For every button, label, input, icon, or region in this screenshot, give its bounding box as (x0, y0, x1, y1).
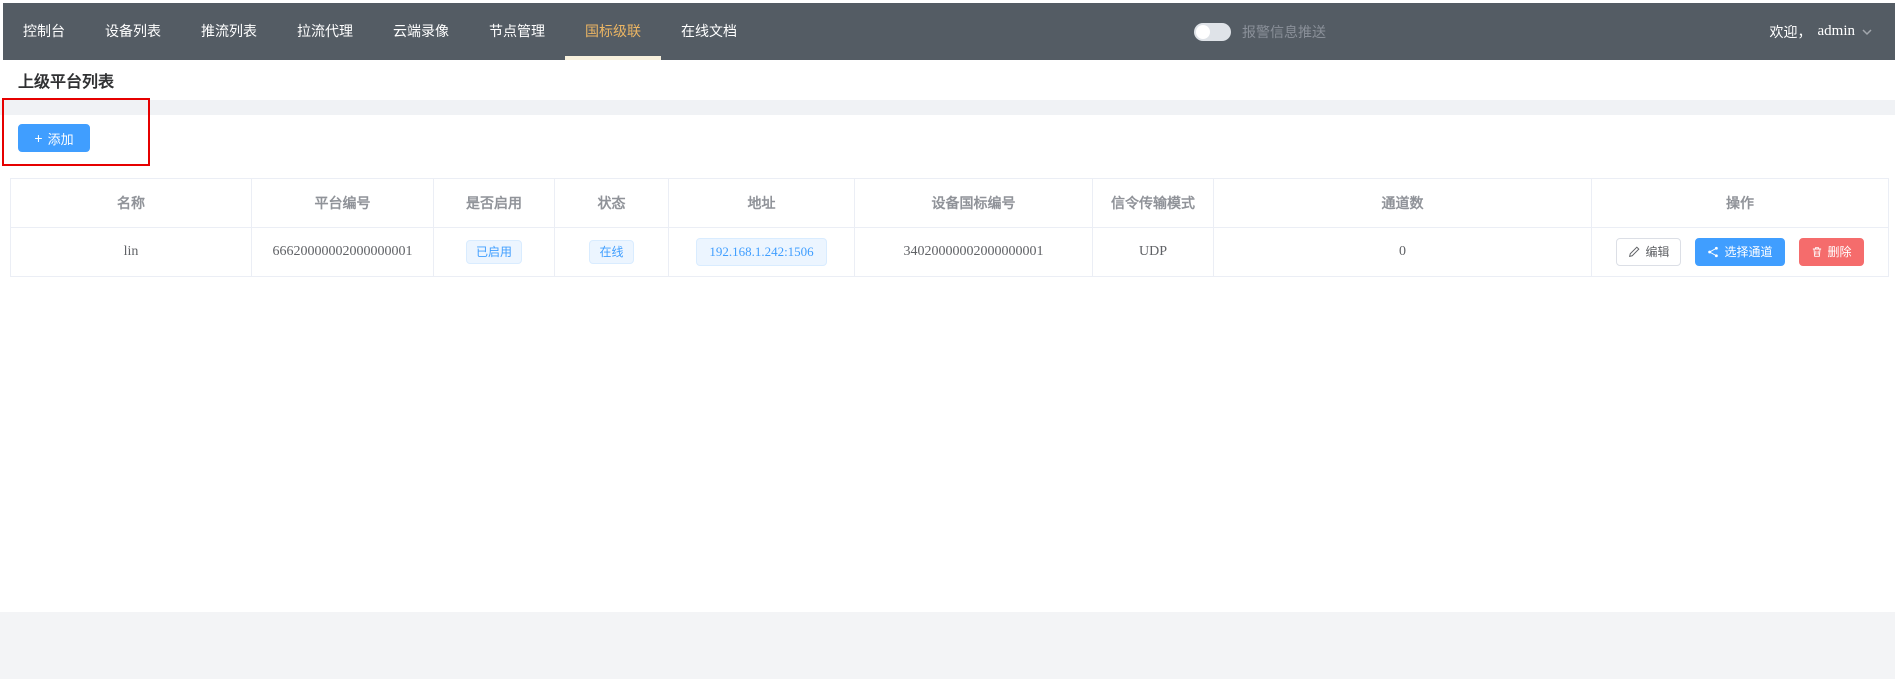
page-title: 上级平台列表 (18, 68, 114, 92)
edit-button[interactable]: 编辑 (1616, 238, 1681, 266)
welcome-text: 欢迎， (1770, 22, 1812, 42)
cell-enabled: 已启用 (434, 228, 555, 277)
cell-channel-count: 0 (1214, 228, 1592, 277)
cell-platform-id: 66620000002000000001 (252, 228, 434, 277)
app-window: 控制台 设备列表 推流列表 拉流代理 云端录像 节点管理 国标级联 在线文档 报… (0, 0, 1895, 679)
cell-transport-mode: UDP (1093, 228, 1214, 277)
page-footer-area (0, 612, 1895, 679)
address-badge: 192.168.1.242:1506 (696, 238, 826, 266)
nav-item-cloud-record[interactable]: 云端录像 (373, 3, 469, 60)
cell-status: 在线 (555, 228, 669, 277)
nav-item-pull-proxy[interactable]: 拉流代理 (277, 3, 373, 60)
section-divider (0, 100, 1895, 115)
delete-button-label: 删除 (1828, 246, 1852, 258)
header-name: 名称 (11, 179, 252, 228)
nav-item-gb-cascade[interactable]: 国标级联 (565, 3, 661, 60)
nav-item-console[interactable]: 控制台 (3, 3, 85, 60)
top-navbar: 控制台 设备列表 推流列表 拉流代理 云端录像 节点管理 国标级联 在线文档 报… (3, 3, 1895, 60)
platform-table: 名称 平台编号 是否启用 状态 地址 设备国标编号 信令传输模式 通道数 操作 … (10, 178, 1889, 277)
header-address: 地址 (669, 179, 855, 228)
title-bar: 上级平台列表 (0, 60, 1895, 100)
nav-item-node-manage[interactable]: 节点管理 (469, 3, 565, 60)
user-menu[interactable]: 欢迎， admin (1770, 3, 1874, 60)
main-content: + 添加 名称 平台编号 是否启用 状态 地址 设备国标编号 (0, 115, 1895, 612)
toggle-knob (1196, 25, 1210, 39)
cell-name: lin (11, 228, 252, 277)
pencil-icon (1628, 246, 1640, 258)
cell-address: 192.168.1.242:1506 (669, 228, 855, 277)
header-device-gb-id: 设备国标编号 (855, 179, 1093, 228)
edit-button-label: 编辑 (1645, 246, 1669, 258)
header-status: 状态 (555, 179, 669, 228)
select-channel-button[interactable]: 选择通道 (1695, 238, 1784, 266)
active-tab-underline (565, 56, 661, 60)
nav-item-push-list[interactable]: 推流列表 (181, 3, 277, 60)
plus-icon: + (34, 131, 42, 145)
username: admin (1818, 23, 1856, 40)
status-badge: 在线 (589, 240, 633, 264)
trash-icon (1811, 246, 1823, 258)
header-enabled: 是否启用 (434, 179, 555, 228)
nav-item-label: 国标级联 (585, 23, 641, 39)
chevron-down-icon (1861, 26, 1873, 38)
alarm-push-label: 报警信息推送 (1242, 22, 1326, 42)
alarm-push-group: 报警信息推送 (1194, 3, 1326, 60)
cell-device-gb-id: 34020000002000000001 (855, 228, 1093, 277)
share-icon (1707, 246, 1719, 258)
delete-button[interactable]: 删除 (1799, 238, 1864, 266)
add-button-label: 添加 (48, 129, 74, 148)
header-channel-count: 通道数 (1214, 179, 1592, 228)
nav-item-online-docs[interactable]: 在线文档 (661, 3, 757, 60)
table-header-row: 名称 平台编号 是否启用 状态 地址 设备国标编号 信令传输模式 通道数 操作 (11, 179, 1889, 228)
cell-actions: 编辑 选择通道 (1592, 228, 1889, 277)
table-container: 名称 平台编号 是否启用 状态 地址 设备国标编号 信令传输模式 通道数 操作 … (10, 178, 1889, 277)
nav-item-device-list[interactable]: 设备列表 (85, 3, 181, 60)
select-channel-button-label: 选择通道 (1724, 246, 1772, 258)
header-transport-mode: 信令传输模式 (1093, 179, 1214, 228)
enabled-badge: 已启用 (466, 240, 522, 264)
alarm-push-toggle[interactable] (1194, 23, 1231, 41)
table-row: lin 66620000002000000001 已启用 在线 192.168.… (11, 228, 1889, 277)
add-button[interactable]: + 添加 (18, 124, 90, 152)
header-platform-id: 平台编号 (252, 179, 434, 228)
header-actions: 操作 (1592, 179, 1889, 228)
